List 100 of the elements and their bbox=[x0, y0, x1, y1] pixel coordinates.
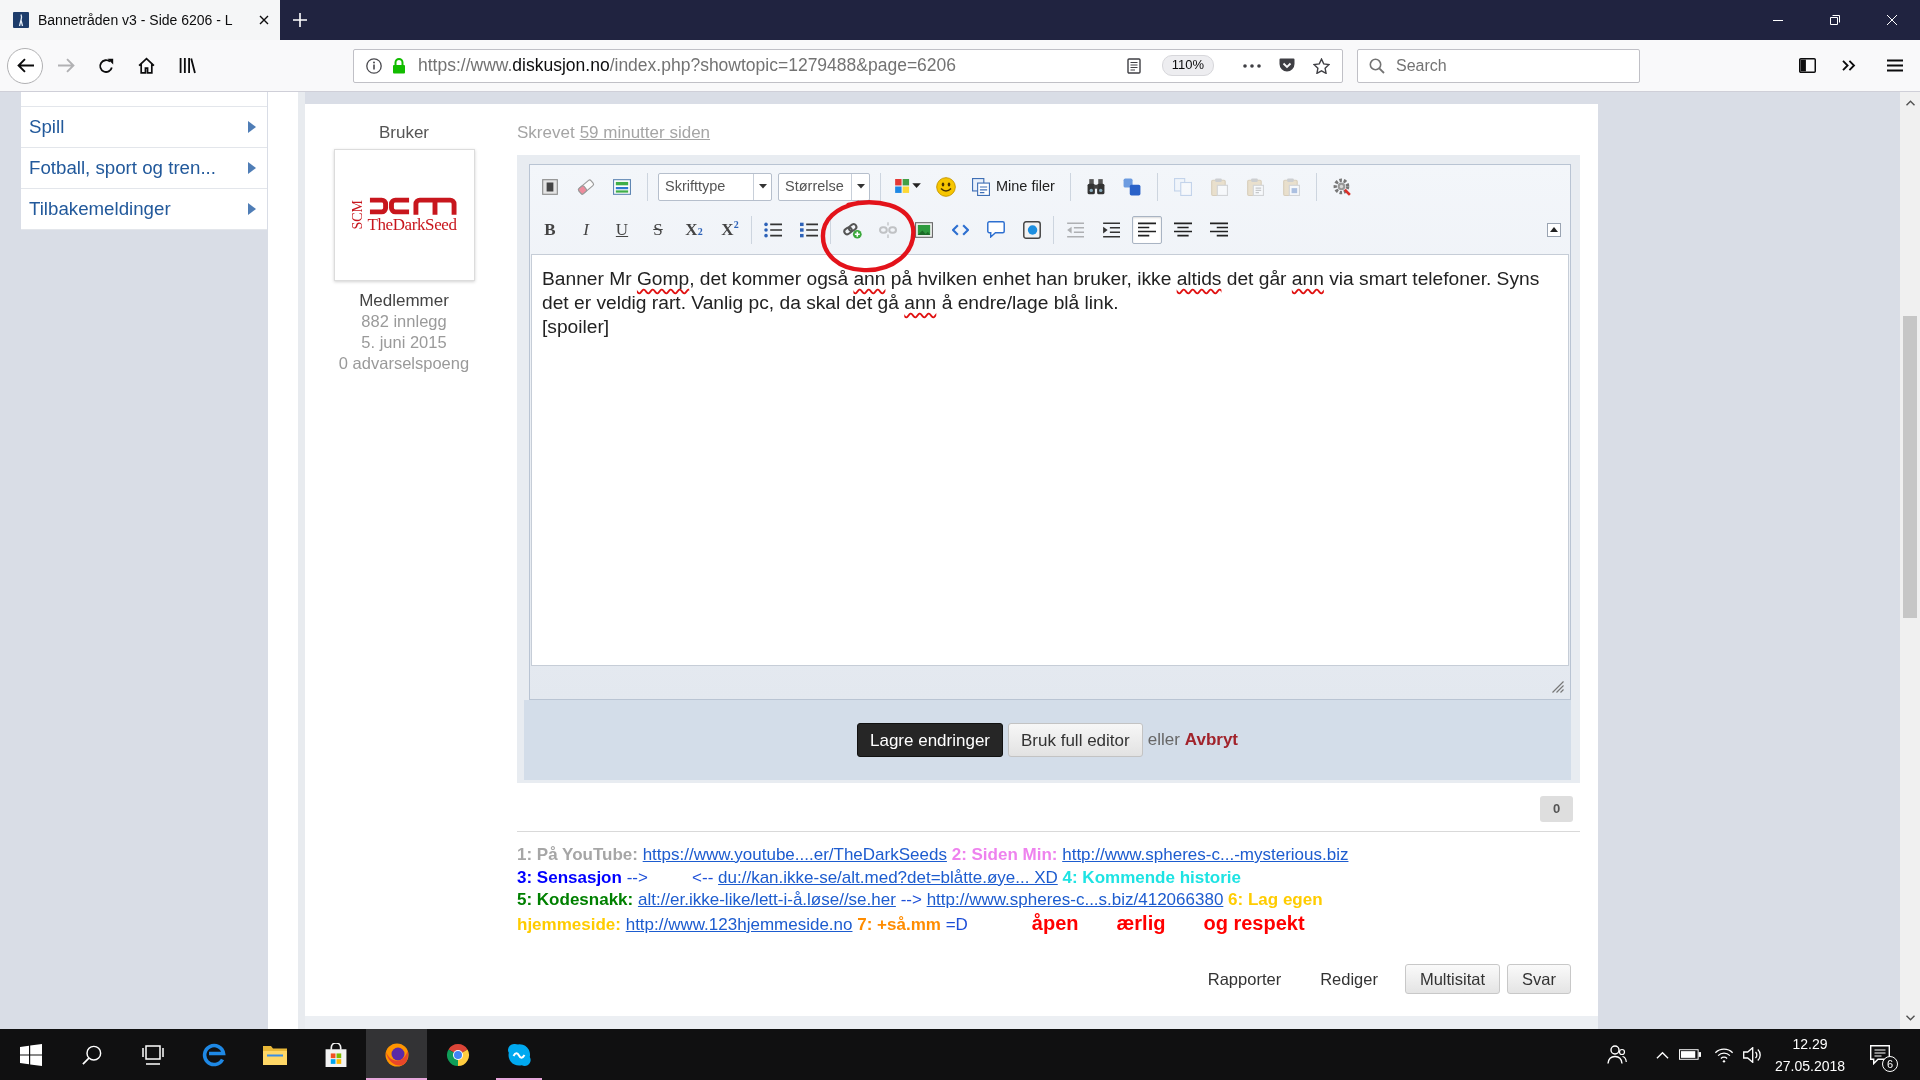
clipboard-icon bbox=[1281, 177, 1300, 196]
bookshelf-icon bbox=[178, 57, 196, 74]
copy-icon bbox=[1173, 177, 1192, 196]
my-files-button[interactable]: Mine filer bbox=[967, 172, 1060, 201]
sidebar-item[interactable]: Tilbakemeldinger bbox=[21, 189, 267, 230]
motto-text: ærlig bbox=[1116, 911, 1166, 934]
underline-button[interactable]: U bbox=[607, 215, 637, 244]
signature-link[interactable]: alt://er.ikke-like/lett-i-å.løse//se.her bbox=[637, 890, 896, 909]
home-icon bbox=[137, 57, 155, 74]
editor-text-area[interactable]: Banner Mr Gomp, det kommer også ann på hvilken enhet han bruker, ikke altids det går ann via smart telefoner. Syns det er veldig rart. Vanlig pc, da skal det gå ann å endre/lage blå link. [spoiler] bbox=[531, 254, 1569, 666]
code-icon bbox=[951, 223, 969, 236]
motto-text: og respekt bbox=[1203, 911, 1305, 934]
cancel-link[interactable]: Avbryt bbox=[1184, 727, 1238, 753]
signature-text: =D bbox=[945, 914, 968, 934]
clock-date: 27.05.2018 bbox=[1774, 1056, 1846, 1076]
member-stat: 5. juni 2015 bbox=[360, 332, 448, 353]
address-bar[interactable]: https://www.diskusjon.no/index.php?showtopic=1279488&page=6206 110% bbox=[353, 48, 1343, 83]
member-stat: 882 innlegg bbox=[360, 311, 448, 332]
italic-button[interactable]: I bbox=[571, 215, 601, 244]
chevron-up-icon bbox=[1655, 1050, 1669, 1059]
align-right-icon bbox=[1210, 222, 1228, 237]
signature-link[interactable]: du://kan.ikke-se/alt.med?det=blåtte.øye... XD bbox=[718, 867, 1058, 887]
menu-icon bbox=[1887, 59, 1903, 72]
close-icon bbox=[259, 15, 269, 25]
clock[interactable]: 12.29 27.05.2018 bbox=[1766, 1029, 1854, 1080]
superscript-button[interactable]: X$^{2}$ bbox=[715, 215, 745, 244]
gear-icon bbox=[1332, 177, 1351, 196]
shopping-bag-icon bbox=[323, 1042, 348, 1067]
wifi-icon bbox=[1714, 1046, 1734, 1063]
toolbar-dropdown[interactable]: Skrifttype bbox=[658, 172, 772, 201]
taskbar-app-button[interactable] bbox=[366, 1029, 427, 1080]
clipboard-icon bbox=[1245, 177, 1264, 196]
signature-link[interactable]: http://www.spheres-c...-mysterious.biz bbox=[1062, 845, 1349, 864]
bold-button[interactable]: B bbox=[535, 215, 565, 244]
chevron-up-icon bbox=[1905, 100, 1915, 106]
search-field[interactable]: Search bbox=[1357, 48, 1640, 83]
task-view-icon bbox=[141, 1044, 164, 1065]
chevron-down-icon bbox=[1905, 1015, 1915, 1021]
search-icon bbox=[1369, 57, 1385, 74]
lock-icon bbox=[392, 57, 406, 74]
full-editor-button[interactable]: Bruk full editor bbox=[1008, 723, 1143, 757]
signature-label: hjemmeside: bbox=[517, 914, 621, 934]
star-icon bbox=[1312, 57, 1330, 74]
caret-down-icon bbox=[856, 184, 865, 189]
url-text: https://www.diskusjon.no/index.php?showtopic=1279488&page=6206 bbox=[418, 55, 957, 76]
back-button[interactable] bbox=[7, 47, 43, 84]
or-text: eller bbox=[1147, 729, 1180, 752]
indent-icon bbox=[1102, 221, 1120, 238]
strikethrough-button[interactable]: S bbox=[643, 215, 673, 244]
post-action-link[interactable]: Rapporter bbox=[1207, 966, 1282, 992]
back-arrow-icon bbox=[16, 58, 34, 73]
forward-arrow-icon bbox=[57, 58, 75, 73]
triangle-up-icon bbox=[1550, 227, 1558, 232]
broken-chain-icon bbox=[879, 221, 897, 238]
collapse-toolbar-button[interactable] bbox=[1547, 222, 1561, 237]
restore-icon bbox=[1829, 15, 1840, 25]
caret-right-icon bbox=[248, 203, 256, 215]
bulleted-list-icon bbox=[764, 221, 782, 238]
author-heading: Bruker bbox=[377, 123, 431, 143]
reader-icon bbox=[1125, 57, 1142, 74]
signature-label: 7: +så.mm bbox=[857, 914, 941, 934]
outdent-icon bbox=[1066, 221, 1084, 238]
logo-mark-icon bbox=[367, 196, 457, 215]
signature-label: 1: På YouTube: bbox=[517, 845, 638, 864]
caret-right-icon bbox=[248, 121, 256, 133]
toolbar-dropdown[interactable]: Størrelse bbox=[778, 172, 870, 201]
sidebar-item[interactable]: Spill bbox=[21, 107, 267, 148]
member-stat: 0 advarselspoeng bbox=[337, 353, 471, 374]
logo-side-text: SCM bbox=[351, 200, 366, 230]
smiley-icon bbox=[936, 176, 956, 197]
motto-text: åpen bbox=[1031, 911, 1079, 934]
post-action-button[interactable]: Svar bbox=[1507, 964, 1571, 994]
save-changes-button[interactable]: Lagre endringer bbox=[856, 723, 1003, 757]
shield-icon bbox=[1279, 58, 1295, 73]
signature-link[interactable]: http://www.spheres-c...s.biz/412066380 bbox=[926, 890, 1224, 909]
editor-paragraph: Banner Mr Gomp, det kommer også ann på hvilken enhet han bruker, ikke altids det går ann via smart telefoner. Syns det er veldig rart. Vanlig pc, da skal det gå ann å endre/lage blå link. bbox=[542, 267, 1541, 315]
sidebar-item[interactable]: Fotball, sport og tren... bbox=[21, 148, 267, 189]
plus-icon bbox=[293, 13, 307, 27]
people-icon bbox=[1607, 1045, 1627, 1064]
post-action-button[interactable]: Multisitat bbox=[1404, 964, 1501, 994]
action-center-button[interactable]: 6 bbox=[1858, 1029, 1902, 1080]
signature-link[interactable]: https://www.youtube....er/TheDarkSeeds bbox=[642, 845, 947, 864]
image-icon bbox=[915, 221, 933, 238]
layout-icon bbox=[613, 178, 631, 195]
posted-label: Skrevet bbox=[517, 123, 575, 143]
signature-text: <-- bbox=[692, 867, 714, 887]
signature-link[interactable]: http://www.123hjemmeside.no bbox=[625, 914, 853, 934]
post-action-link[interactable]: Rediger bbox=[1320, 966, 1378, 992]
logo-name-text: TheDarkSeed bbox=[367, 215, 457, 234]
editor-paragraph: [spoiler] bbox=[542, 315, 611, 339]
scrollbar-thumb[interactable] bbox=[1903, 316, 1917, 618]
member-group: Medlemmer bbox=[305, 290, 503, 311]
browser-tab[interactable]: Bannetråden v3 - Side 6206 - L bbox=[0, 0, 280, 40]
zoom-level-button[interactable]: 110% bbox=[1161, 55, 1214, 76]
four-panes-icon bbox=[19, 1043, 42, 1066]
align-left-button[interactable] bbox=[1132, 215, 1162, 244]
more-icon bbox=[1243, 63, 1261, 68]
signature-label: 4: Kommende historie bbox=[1062, 867, 1242, 887]
overlapping-squares-icon bbox=[1122, 177, 1141, 196]
caret-down-icon bbox=[758, 184, 767, 189]
